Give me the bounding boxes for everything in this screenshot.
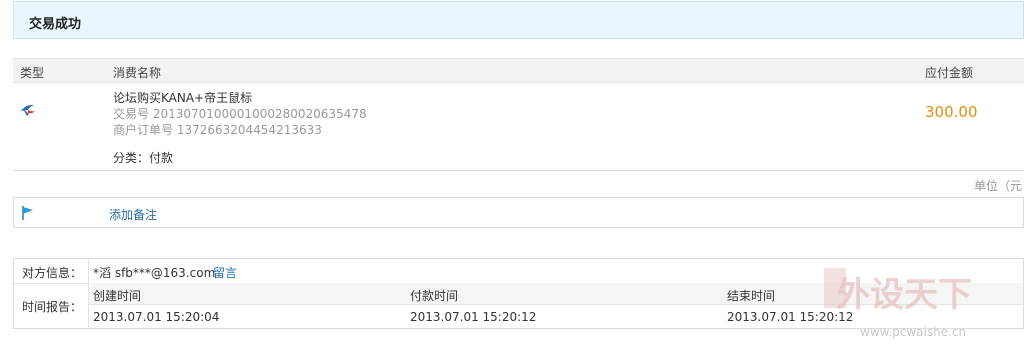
watermark-text: 外设天下 [836, 275, 972, 315]
item-category: 分类：付款 [113, 151, 174, 165]
created-time-value: 2013.07.01 15:20:04 [93, 310, 220, 324]
table-row: 论坛购买KANA+帝王鼠标 交易号 2013070100001000280020… [13, 83, 1024, 171]
col-name-header: 消费名称 [113, 66, 162, 80]
col-type-header: 类型 [20, 66, 45, 80]
trade-number: 交易号 2013070100001000280020635478 [113, 107, 367, 121]
page-title: 交易成功 [29, 17, 82, 32]
amount-value: 300.00 [925, 103, 978, 121]
message-link[interactable]: 留言 [213, 264, 237, 281]
flag-icon [21, 205, 35, 224]
table-header: 类型 消费名称 应付金额 [13, 58, 1024, 83]
watermark-url: www.pcwaishe.cn [860, 325, 966, 339]
status-header: 交易成功 [13, 1, 1024, 39]
item-name: 论坛购买KANA+帝王鼠标 [113, 91, 253, 105]
counterparty-value: *滔 sfb***@163.com [93, 266, 216, 280]
add-note-link[interactable]: 添加备注 [109, 206, 157, 223]
paid-time-label: 付款时间 [410, 289, 459, 303]
merchant-order-number: 商户订单号 1372663204454213633 [113, 123, 322, 137]
col-amount-header: 应付金额 [925, 66, 974, 80]
created-time-label: 创建时间 [93, 289, 142, 303]
site-watermark: 外设天下 www.pcwaishe.cn [822, 262, 992, 342]
bird-logo-icon [19, 101, 37, 122]
unit-label: 单位（元 [974, 179, 1023, 193]
paid-time-value: 2013.07.01 15:20:12 [410, 310, 537, 324]
finished-time-label: 结束时间 [727, 289, 776, 303]
note-section: 添加备注 [13, 197, 1024, 228]
time-report-label: 时间报告： [22, 300, 83, 314]
counterparty-label: 对方信息： [22, 266, 83, 280]
